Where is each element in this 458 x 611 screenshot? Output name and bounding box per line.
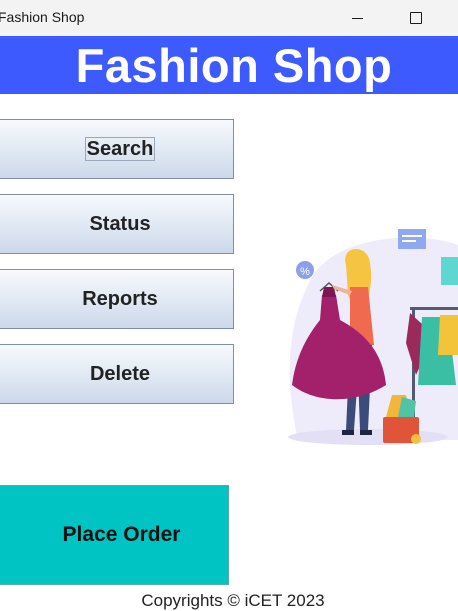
- search-button[interactable]: Search: [0, 119, 234, 179]
- status-button[interactable]: Status: [0, 194, 234, 254]
- maximize-button[interactable]: [393, 0, 439, 36]
- minimize-icon: [351, 17, 363, 19]
- reports-button-label: Reports: [82, 287, 158, 310]
- window-title: Fashion Shop: [0, 9, 85, 25]
- copyright-footer: Copyrights © iCET 2023: [141, 591, 325, 610]
- place-order-label: Place Order: [62, 523, 181, 546]
- reports-button[interactable]: Reports: [0, 269, 234, 329]
- place-order-button[interactable]: Place Order: [0, 485, 229, 585]
- header-banner: Fashion Shop: [0, 36, 458, 94]
- banner-title: Fashion Shop: [75, 39, 393, 92]
- minimize-button[interactable]: [334, 0, 380, 36]
- title-bar: Fashion Shop: [0, 0, 458, 36]
- delete-button[interactable]: Delete: [0, 344, 234, 404]
- search-button-label: Search: [84, 137, 156, 161]
- delete-button-label: Delete: [89, 362, 151, 385]
- fashion-shopping-illustration: %: [288, 225, 458, 455]
- status-button-label: Status: [89, 212, 151, 235]
- maximize-icon: [410, 12, 422, 24]
- discount-badge-text: %: [300, 266, 310, 278]
